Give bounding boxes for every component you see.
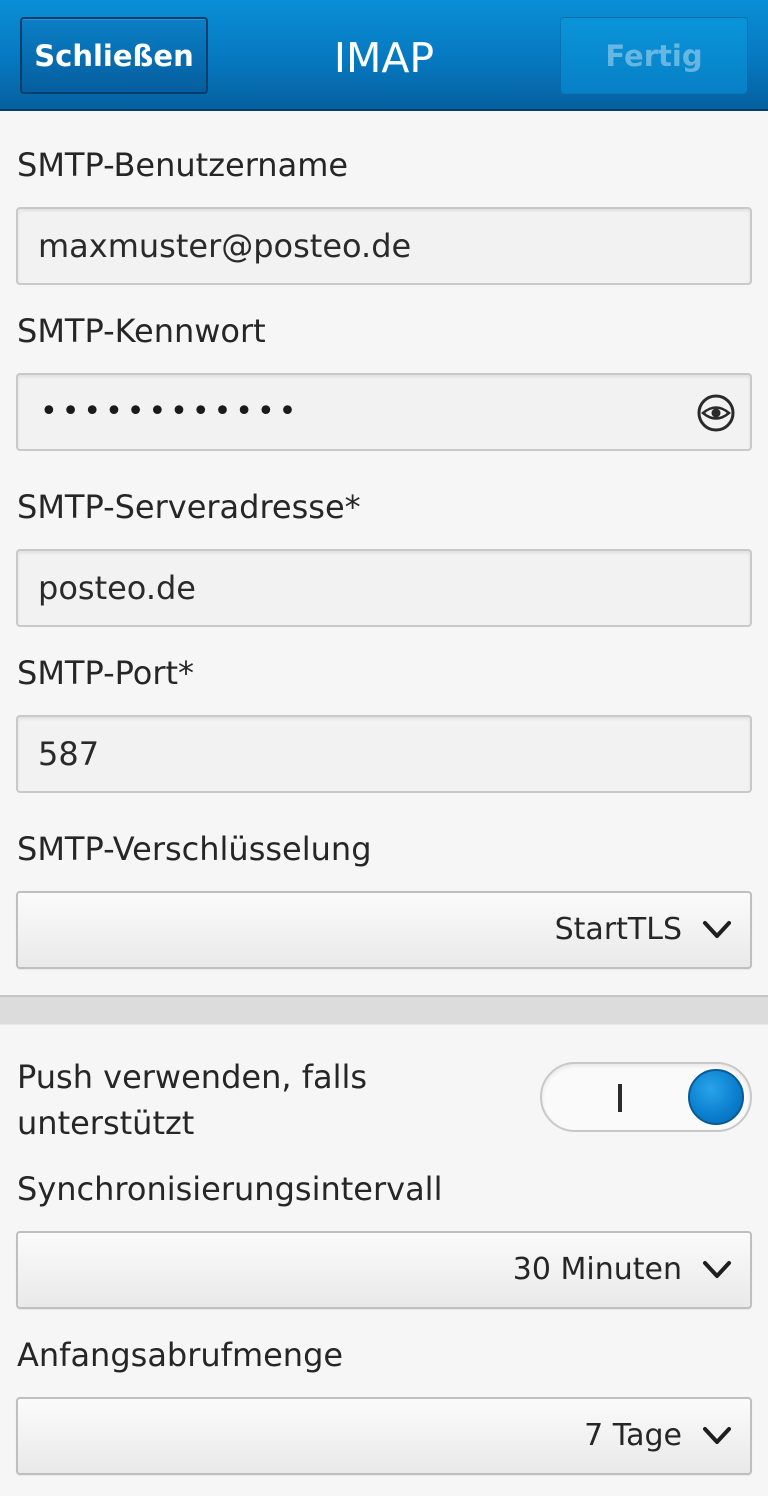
initial-fetch-selected: 7 Tage (584, 1418, 682, 1453)
push-toggle[interactable] (540, 1062, 752, 1132)
smtp-encryption-dropdown[interactable]: StartTLS (16, 891, 752, 969)
sync-interval-dropdown[interactable]: 30 Minuten (16, 1231, 752, 1309)
sync-interval-selected: 30 Minuten (512, 1252, 682, 1287)
smtp-username-value: maxmuster@posteo.de (38, 227, 412, 265)
smtp-encryption-label: SMTP-Verschlüsselung (17, 830, 372, 868)
chevron-down-icon (703, 1427, 731, 1444)
smtp-port-field[interactable]: 587 (16, 715, 752, 793)
sync-interval-label: Synchronisierungsintervall (17, 1170, 443, 1208)
smtp-username-label: SMTP-Benutzername (17, 146, 349, 184)
smtp-password-label: SMTP-Kennwort (17, 312, 266, 350)
smtp-server-value: posteo.de (38, 569, 196, 607)
smtp-port-value: 587 (38, 735, 100, 773)
smtp-password-value: •••••••••••• (40, 394, 301, 429)
initial-fetch-dropdown[interactable]: 7 Tage (16, 1397, 752, 1475)
smtp-encryption-selected: StartTLS (554, 912, 682, 947)
toggle-on-mark-icon (618, 1084, 622, 1112)
smtp-port-label: SMTP-Port* (17, 654, 195, 692)
chevron-down-icon (703, 921, 731, 938)
smtp-username-field[interactable]: maxmuster@posteo.de (16, 207, 752, 285)
smtp-server-field[interactable]: posteo.de (16, 549, 752, 627)
page-title: IMAP (333, 34, 435, 82)
done-button[interactable]: Fertig (560, 17, 748, 94)
smtp-server-label: SMTP-Serveradresse* (17, 488, 361, 526)
toggle-knob[interactable] (688, 1069, 744, 1125)
chevron-down-icon (703, 1261, 731, 1278)
close-button[interactable]: Schließen (20, 17, 208, 94)
section-separator (0, 995, 768, 1025)
title-bar: Schließen IMAP Fertig (0, 0, 768, 111)
push-label: Push verwenden, falls unterstützt (17, 1058, 368, 1142)
smtp-password-field[interactable]: •••••••••••• (16, 373, 752, 451)
initial-fetch-label: Anfangsabrufmenge (17, 1336, 344, 1374)
eye-icon[interactable] (696, 393, 736, 433)
